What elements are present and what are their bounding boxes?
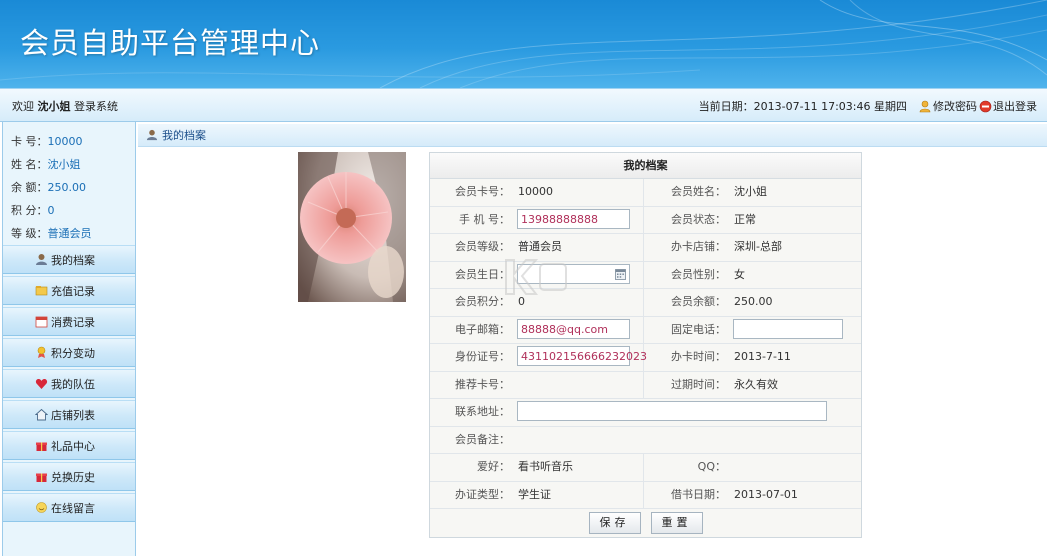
sidebar-item-messages[interactable]: 在线留言	[3, 493, 135, 522]
sidebar-item-team[interactable]: 我的队伍	[3, 369, 135, 398]
calendar-icon	[35, 316, 48, 328]
form-row: 爱好： 看书听音乐 QQ：	[430, 454, 861, 482]
current-date: 当前日期：2013-07-11 17:03:46 星期四	[698, 100, 907, 113]
folder-icon	[35, 286, 48, 296]
heart-icon	[35, 378, 48, 389]
summary-balance: 余 额：250.00	[11, 181, 86, 194]
welcome-text: 欢迎 沈小姐 登录系统	[12, 98, 118, 114]
app-title: 会员自助平台管理中心	[20, 26, 321, 60]
member-summary: 卡 号：10000 姓 名：沈小姐 余 额：250.00 积 分：0 等 级：普…	[3, 122, 135, 245]
content-title: 我的档案	[162, 129, 206, 142]
landline-input[interactable]	[733, 318, 843, 339]
cert-date-value: 2013-07-01	[734, 487, 798, 501]
summary-name: 姓 名：沈小姐	[11, 158, 81, 171]
gift-icon	[36, 473, 47, 482]
status-value: 正常	[734, 212, 756, 226]
balance-value: 250.00	[734, 295, 773, 308]
smiley-icon	[36, 502, 47, 513]
store-value: 深圳-总部	[734, 240, 782, 253]
reset-button[interactable]: 重置	[650, 512, 703, 534]
form-row: 办证类型： 学生证 借书日期： 2013-07-01	[430, 481, 861, 509]
form-buttons: 保存 重置	[430, 509, 861, 537]
gender-value: 女	[734, 267, 745, 281]
email-input[interactable]: 88888@qq.com	[517, 318, 630, 339]
sidebar-item-stores[interactable]: 店铺列表	[3, 400, 135, 429]
gift-icon	[36, 442, 47, 451]
phone-input[interactable]: 13988888888	[517, 208, 630, 229]
save-button[interactable]: 保存	[588, 512, 641, 534]
form-row: 会员卡号： 10000 会员姓名： 沈小姐	[430, 179, 861, 207]
welcome-suffix: 登录系统	[74, 100, 118, 113]
form-row: 手 机 号： 13988888888 会员状态： 正常	[430, 206, 861, 234]
header-banner: 会员自助平台管理中心	[0, 0, 1047, 88]
form-row: 联系地址：	[430, 399, 861, 427]
sidebar-item-exchange-history[interactable]: 兑换历史	[3, 462, 135, 491]
user-icon	[146, 129, 158, 141]
top-right-links: 当前日期：2013-07-11 17:03:46 星期四 修改密码 退出登录	[699, 98, 1037, 114]
cert-type-value: 学生证	[514, 481, 644, 508]
hobby-value: 看书听音乐	[514, 454, 644, 481]
user-key-icon	[919, 100, 931, 112]
remark-value	[514, 427, 861, 454]
address-input[interactable]	[517, 401, 827, 421]
change-password-link[interactable]: 修改密码	[919, 98, 977, 114]
form-row: 会员积分： 0 会员余额： 250.00	[430, 289, 861, 317]
calendar-picker-icon[interactable]	[615, 268, 626, 280]
sidebar-menu: 我的档案 充值记录 消费记录 积分变动 我的队伍 店铺列表 礼品中心 兑换历史	[3, 245, 135, 524]
profile-form: 我的档案 会员卡号： 10000 会员姓名： 沈小姐 手 机 号： 139888…	[429, 152, 862, 538]
change-password-label: 修改密码	[933, 100, 977, 113]
content-header: 我的档案	[138, 124, 1047, 147]
sidebar: 卡 号：10000 姓 名：沈小姐 余 额：250.00 积 分：0 等 级：普…	[2, 122, 136, 556]
form-row: 会员备注：	[430, 427, 861, 454]
form-row: 会员等级： 普通会员 办卡店铺： 深圳-总部	[430, 234, 861, 262]
form-row: 推荐卡号： 过期时间： 永久有效	[430, 371, 861, 399]
summary-level: 等 级：普通会员	[11, 227, 92, 240]
form-row: 身份证号： 431102156666232023 办卡时间： 2013-7-11	[430, 344, 861, 372]
username: 沈小姐	[37, 100, 71, 113]
sidebar-item-consumption[interactable]: 消费记录	[3, 307, 135, 336]
idcard-input[interactable]: 431102156666232023	[517, 346, 647, 366]
member-photo	[298, 152, 406, 302]
qq-value	[730, 454, 861, 481]
welcome-prefix: 欢迎	[12, 100, 34, 113]
sidebar-item-points[interactable]: 积分变动	[3, 338, 135, 367]
summary-card-no: 卡 号：10000	[11, 135, 83, 148]
watermark-logo	[505, 259, 567, 295]
expire-value: 永久有效	[734, 377, 778, 391]
medal-icon	[37, 346, 46, 358]
name-value: 沈小姐	[734, 185, 767, 198]
card-no-value: 10000	[514, 179, 644, 206]
top-info-bar: 欢迎 沈小姐 登录系统 当前日期：2013-07-11 17:03:46 星期四…	[0, 88, 1047, 122]
logout-icon	[979, 100, 992, 112]
form-title: 我的档案	[430, 153, 861, 179]
referrer-value	[514, 371, 644, 398]
form-row: 会员生日： 会员性别： 女	[430, 261, 861, 289]
summary-points: 积 分：0	[11, 204, 55, 217]
sidebar-item-gifts[interactable]: 礼品中心	[3, 431, 135, 460]
logout-link[interactable]: 退出登录	[979, 98, 1037, 114]
form-row: 电子邮箱： 88888@qq.com 固定电话：	[430, 316, 861, 344]
sidebar-item-recharge[interactable]: 充值记录	[3, 276, 135, 305]
user-icon	[36, 254, 47, 265]
home-icon	[35, 408, 48, 421]
open-time-value: 2013-7-11	[734, 350, 791, 363]
sidebar-item-profile[interactable]: 我的档案	[3, 245, 135, 274]
logout-label: 退出登录	[993, 100, 1037, 113]
